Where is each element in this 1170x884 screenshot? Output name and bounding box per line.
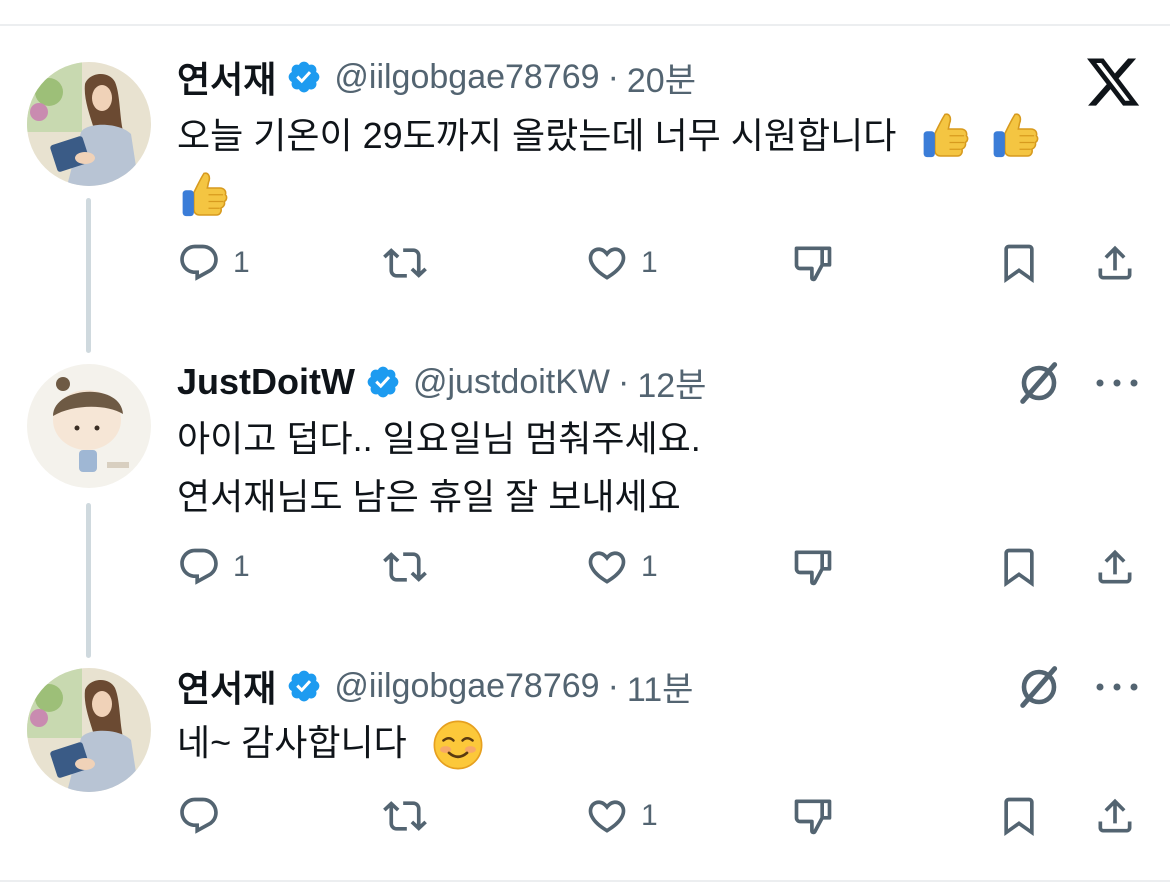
thumbs-up-icon	[918, 111, 972, 165]
like-count: 1	[641, 246, 658, 279]
like-button[interactable]: 1	[585, 233, 658, 293]
reply-button[interactable]	[177, 786, 233, 846]
separator: ·	[618, 362, 630, 401]
bookmark-button[interactable]	[997, 233, 1041, 293]
more-icon[interactable]	[1094, 373, 1140, 393]
thumbs-down-icon	[791, 794, 835, 838]
bookmark-icon	[997, 241, 1041, 285]
tweet-header: JustDoitW @justdoitKW · 12분	[177, 352, 706, 412]
author-handle[interactable]: @iilgobgae78769	[334, 58, 599, 97]
tweet-text: 아이고 덥다.. 일요일님 멈춰주세요. 연서재님도 남은 휴일 잘 보내세요	[177, 410, 1137, 526]
timestamp[interactable]: 20분	[627, 53, 696, 102]
separator: ·	[607, 57, 619, 96]
share-button[interactable]	[1093, 233, 1137, 293]
share-icon	[1093, 545, 1137, 589]
retweet-button[interactable]	[383, 786, 439, 846]
timestamp[interactable]: 12분	[637, 358, 706, 407]
reply-icon	[177, 545, 221, 589]
share-button[interactable]	[1093, 537, 1137, 597]
reply-count: 1	[233, 550, 250, 583]
more-icon[interactable]	[1094, 677, 1140, 697]
thread-connector	[86, 503, 91, 658]
retweet-icon	[383, 794, 427, 838]
author-name[interactable]: 연서재	[177, 660, 276, 712]
dislike-button[interactable]	[791, 537, 835, 597]
thumbs-up-icon	[988, 111, 1042, 165]
reply-count: 1	[233, 246, 250, 279]
author-handle[interactable]: @justdoitKW	[413, 363, 610, 402]
avatar[interactable]	[27, 364, 151, 488]
tweet-text-line: 네~ 감사합니다	[177, 722, 407, 763]
share-icon	[1093, 241, 1137, 285]
thumbs-up-icon	[177, 170, 231, 224]
action-bar: 1	[177, 786, 1147, 846]
tweet-header: 연서재 @iilgobgae78769 · 11분	[177, 656, 693, 716]
heart-icon	[585, 794, 629, 838]
retweet-button[interactable]	[383, 233, 439, 293]
action-bar: 1 1	[177, 537, 1147, 597]
bookmark-icon	[997, 545, 1041, 589]
verified-badge-icon[interactable]	[286, 59, 322, 95]
like-button[interactable]: 1	[585, 786, 658, 846]
author-name[interactable]: 연서재	[177, 51, 276, 103]
bookmark-button[interactable]	[997, 537, 1041, 597]
tweet-text: 네~ 감사합니다	[177, 714, 1137, 772]
timestamp[interactable]: 11분	[627, 662, 694, 711]
bookmark-button[interactable]	[997, 786, 1041, 846]
heart-icon	[585, 241, 629, 285]
share-icon	[1093, 794, 1137, 838]
verified-badge-icon[interactable]	[365, 364, 401, 400]
woman-reading-book-icon	[27, 62, 151, 186]
thread-connector	[86, 198, 91, 353]
bookmark-icon	[997, 794, 1041, 838]
reply-button[interactable]: 1	[177, 233, 250, 293]
woman-reading-book-icon	[27, 668, 151, 792]
author-handle[interactable]: @iilgobgae78769	[334, 667, 599, 706]
grok-icon[interactable]	[1014, 662, 1064, 712]
retweet-button[interactable]	[383, 537, 439, 597]
avatar[interactable]	[27, 62, 151, 186]
cartoon-boy-icon	[27, 364, 151, 488]
grok-icon[interactable]	[1014, 358, 1064, 408]
like-count: 1	[641, 799, 658, 832]
like-button[interactable]: 1	[585, 537, 658, 597]
tweet-text-line: 아이고 덥다.. 일요일님 멈춰주세요.	[177, 418, 701, 459]
tweet-text-line: 연서재님도 남은 휴일 잘 보내세요	[177, 476, 681, 517]
reply-icon	[177, 794, 221, 838]
separator: ·	[607, 666, 619, 705]
heart-icon	[585, 545, 629, 589]
thumbs-down-icon	[791, 545, 835, 589]
tweet-text: 오늘 기온이 29도까지 올랐는데 너무 시원합니다	[177, 107, 1137, 224]
top-divider	[0, 24, 1170, 26]
share-button[interactable]	[1093, 786, 1137, 846]
smiling-face-icon	[433, 721, 483, 770]
x-logo-icon[interactable]	[1084, 53, 1142, 111]
retweet-icon	[383, 241, 427, 285]
bottom-divider	[0, 880, 1170, 882]
dislike-button[interactable]	[791, 786, 835, 846]
retweet-icon	[383, 545, 427, 589]
tweet-header: 연서재 @iilgobgae78769 · 20분	[177, 47, 696, 107]
thumbs-down-icon	[791, 241, 835, 285]
tweet-text-line: 오늘 기온이 29도까지 올랐는데 너무 시원합니다	[177, 115, 897, 156]
avatar[interactable]	[27, 668, 151, 792]
dislike-button[interactable]	[791, 233, 835, 293]
reply-icon	[177, 241, 221, 285]
action-bar: 1 1	[177, 233, 1147, 293]
reply-button[interactable]: 1	[177, 537, 250, 597]
like-count: 1	[641, 550, 658, 583]
author-name[interactable]: JustDoitW	[177, 361, 355, 403]
verified-badge-icon[interactable]	[286, 668, 322, 704]
